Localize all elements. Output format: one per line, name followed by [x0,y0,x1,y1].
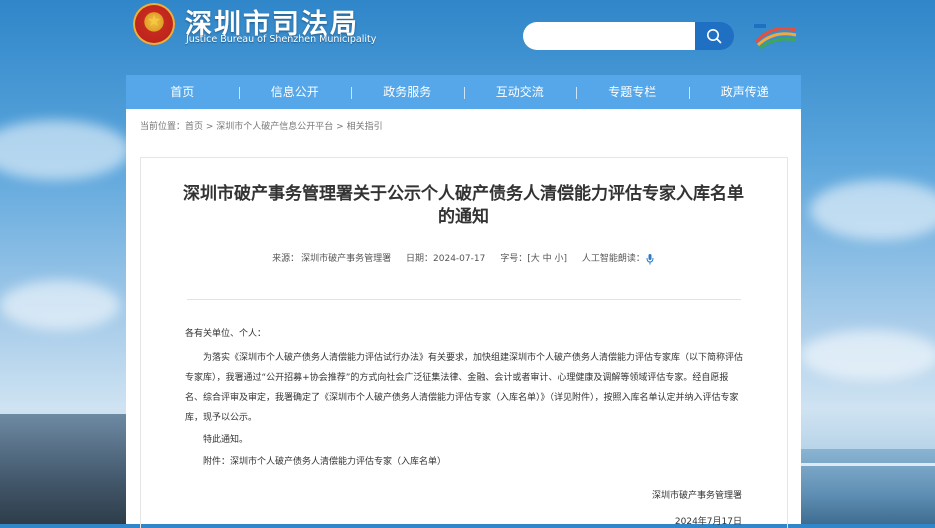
nav-item-gov-services[interactable]: 政务服务 [351,75,464,109]
font-size-options[interactable]: [大 中 小] [527,254,567,264]
breadcrumb: 当前位置：首页 > 深圳市个人破产信息公开平台 > 相关指引 [140,119,383,132]
date-value: 2024-07-17 [433,254,486,264]
source-value: 深圳市破产事务管理署 [301,254,392,264]
tts-label: 人工智能朗读： [581,254,645,264]
breadcrumb-prefix: 当前位置： [140,122,186,132]
breadcrumb-separator: > [203,122,217,132]
bridge-decoration [801,463,935,466]
article-sign-date: 2024年7月17日 [674,517,742,527]
background-cloud [810,180,935,240]
search-input[interactable] [523,22,695,50]
font-size-label: 字号： [500,254,528,264]
article-paragraph: 为落实《深圳市个人破产债务人清偿能力评估试行办法》有关要求，加快组建深圳市个人破… [185,353,744,423]
breadcrumb-item-platform[interactable]: 深圳市个人破产信息公开平台 [216,122,333,132]
government-emblem-logo[interactable]: ★ [133,3,175,45]
article-container: 深圳市破产事务管理署关于公示个人破产债务人清偿能力评估专家入库名单的通知 来源：… [140,157,788,528]
date-label: 日期： [406,254,434,264]
city-brand-logo[interactable] [752,22,800,50]
city-skyline-left [0,414,126,524]
background-cloud [0,280,120,330]
article-paragraph: 特此通知。 [203,435,249,445]
article-source: 来源： 深圳市破产事务管理署 [272,254,391,264]
article-meta: 来源： 深圳市破产事务管理署 日期：2024-07-17 字号：[大 中 小] 人… [181,251,746,265]
site-title-english: Justice Bureau of Shenzhen Municipality [186,34,377,45]
search-icon [707,29,722,44]
article-date: 日期：2024-07-17 [406,254,485,264]
breadcrumb-separator: > [333,122,347,132]
tts-control[interactable]: 人工智能朗读： [581,253,655,265]
city-skyline-right [801,449,935,524]
article-body: 各有关单位、个人： 为落实《深圳市个人破产债务人清偿能力评估试行办法》有关要求，… [185,324,745,472]
divider [187,299,741,300]
search-button[interactable] [695,22,734,50]
article-title: 深圳市破产事务管理署关于公示个人破产债务人清偿能力评估专家入库名单的通知 [183,184,744,227]
background-cloud [0,120,130,180]
font-size-control[interactable]: 字号：[大 中 小] [500,254,567,264]
nav-item-home[interactable]: 首页 [126,75,239,109]
nav-item-interaction[interactable]: 互动交流 [463,75,577,109]
nav-item-gov-news[interactable]: 政声传递 [688,75,802,109]
nav-item-info-disclosure[interactable]: 信息公开 [238,75,352,109]
source-label: 来源： [272,254,300,264]
content-panel: 当前位置：首页 > 深圳市个人破产信息公开平台 > 相关指引 深圳市破产事务管理… [126,109,801,528]
nav-item-topics[interactable]: 专题专栏 [576,75,689,109]
background-cloud [800,330,935,380]
article-signature: 深圳市破产事务管理署 [651,491,742,501]
article-attachment[interactable]: 附件：深圳市个人破产债务人清偿能力评估专家（入库名单） [185,452,745,472]
breadcrumb-item-home[interactable]: 首页 [185,122,203,132]
star-icon: ★ [146,11,162,30]
article-salutation: 各有关单位、个人： [185,329,267,339]
main-navigation: 首页 信息公开 政务服务 互动交流 专题专栏 政声传递 [126,75,801,109]
microphone-icon[interactable] [645,253,655,265]
breadcrumb-item-guides[interactable]: 相关指引 [347,122,383,132]
